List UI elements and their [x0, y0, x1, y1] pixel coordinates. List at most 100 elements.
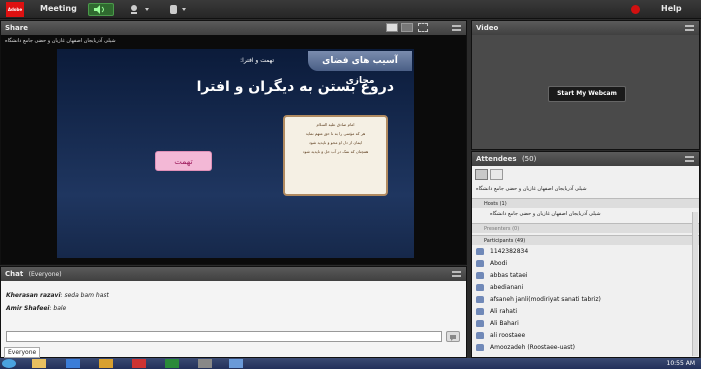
user-icon [476, 284, 484, 291]
participant-name: ali roostaee [490, 332, 526, 339]
fullscreen-icon[interactable] [418, 23, 428, 32]
participant-name: Abodi [490, 260, 508, 267]
tab-everyone[interactable]: Everyone [4, 347, 41, 358]
start-button[interactable] [2, 359, 16, 368]
taskbar-app-icon[interactable] [198, 359, 212, 368]
poem-card: امام صادق علیه السلام هر که مؤمنی را به … [283, 115, 388, 196]
slide-button-label: تهمت [174, 157, 193, 166]
presenters-section-header[interactable]: Presenters (0) [472, 223, 699, 233]
taskbar-app-icon[interactable] [132, 359, 146, 368]
user-icon [476, 272, 484, 279]
share-pod-menu-icon[interactable] [452, 25, 461, 31]
user-icon [476, 308, 484, 315]
top-bar: Adobe Meeting Help [0, 0, 701, 19]
layout-icon[interactable] [386, 23, 398, 32]
taskbar-clock: 10:55 AM [666, 360, 695, 367]
slide-headline: دروغ بستن به دیگران و افترا [196, 79, 394, 95]
speaker-button[interactable] [88, 3, 114, 16]
meeting-menu[interactable]: Meeting [40, 4, 77, 13]
poem-line-3: ایمان از دل او محو و ناپدید شود [308, 140, 363, 145]
attendees-pod-title: Attendees [476, 155, 517, 163]
participant-row[interactable]: abbas tataei [476, 272, 688, 284]
chat-pod-header: Chat (Everyone) [1, 267, 466, 281]
participant-row[interactable]: Amoozadeh (Roostaee-uast) [476, 344, 688, 356]
adobe-logo: Adobe [6, 2, 24, 17]
layout-alt-icon[interactable] [401, 23, 413, 32]
user-icon [476, 296, 484, 303]
chat-scope: (Everyone) [28, 271, 62, 278]
participant-row[interactable]: Ali Bahari [476, 320, 688, 332]
participant-row[interactable]: ali roostaee [476, 332, 688, 344]
hosts-section-header[interactable]: Hosts (1) [472, 198, 699, 208]
help-menu[interactable]: Help [661, 4, 682, 13]
chat-message: Amir Shafeei: bale [6, 305, 67, 312]
speaker-icon [94, 5, 104, 14]
microphone-button[interactable] [125, 3, 153, 16]
raise-hand-button[interactable] [165, 3, 191, 16]
raise-hand-icon [170, 5, 186, 14]
send-icon [450, 335, 456, 341]
poem-line-2: هر که مؤمنی را به نا حق متهم نماید [305, 131, 366, 136]
participant-row[interactable]: Abodi [476, 260, 688, 272]
taskbar-app-icon[interactable] [229, 359, 243, 368]
slide-banner: آسیب های فضای مجازی [308, 51, 412, 86]
participant-name: Ali rahati [490, 308, 517, 315]
host-name: شیلی آذربایجان اصفهان غازیان و حضی جامع … [490, 211, 601, 217]
participant-name: Amoozadeh (Roostaee-uast) [490, 344, 575, 351]
participant-row[interactable]: afsaneh janli(modiriyat sanati tabriz) [476, 296, 688, 308]
taskbar-app-icon[interactable] [66, 359, 80, 368]
slide-pink-button[interactable]: تهمت [155, 151, 212, 171]
user-icon [476, 320, 484, 327]
video-pod-title: Video [476, 24, 499, 32]
participants-section-header[interactable]: Participants (49) [472, 235, 699, 245]
taskbar-app-icon[interactable] [99, 359, 113, 368]
video-pod-header: Video [472, 21, 699, 35]
chat-message: Kherasan razavi: seda bam hast [6, 292, 109, 299]
attendees-count: (50) [521, 155, 537, 163]
slide-subtitle: تهمت و افترا: [240, 57, 274, 64]
poem-line-4: همچنان که نمک در آب حل و ناپدید شود [302, 149, 369, 154]
start-webcam-button[interactable]: Start My Webcam [548, 86, 626, 102]
chat-pod-menu-icon[interactable] [452, 271, 461, 277]
user-icon [476, 260, 484, 267]
participant-name: Ali Bahari [490, 320, 519, 327]
user-icon [476, 248, 484, 255]
slide-content: آسیب های فضای مجازی تهمت و افترا: دروغ ب… [57, 49, 414, 258]
presenter-line: شیلی آذربایجان اصفهان غازیان و حضی جامع … [5, 38, 116, 44]
video-pod: Video Start My Webcam [471, 20, 700, 150]
chat-pod-title: Chat [5, 270, 24, 278]
attendees-scrollbar[interactable] [692, 212, 698, 356]
list-view-icon[interactable] [475, 169, 488, 180]
attendees-pod-header: Attendees (50) [472, 152, 699, 166]
poem-line-1: امام صادق علیه السلام [316, 122, 355, 127]
user-icon [476, 344, 484, 351]
share-pod-header: Share [1, 21, 466, 35]
send-button[interactable] [446, 331, 460, 342]
chat-sender: Amir Shafeei [6, 305, 50, 312]
participant-name: 1142382834 [490, 248, 529, 255]
chat-pod: Chat (Everyone) Kherasan razavi: seda ba… [0, 266, 467, 358]
record-indicator-icon[interactable] [631, 5, 640, 14]
participant-name: abbas tataei [490, 272, 528, 279]
attendees-pod-menu-icon[interactable] [685, 156, 694, 162]
chat-input[interactable] [6, 331, 442, 342]
participant-row[interactable]: abedianani [476, 284, 688, 296]
share-pod: Share شیلی آذربایجان اصفهان غازیان و حضی… [0, 20, 467, 265]
share-pod-title: Share [5, 24, 28, 32]
user-icon [476, 332, 484, 339]
chat-sender: Kherasan razavi [6, 292, 61, 299]
participant-row[interactable]: 1142382834 [476, 248, 688, 260]
taskbar-app-icon[interactable] [165, 359, 179, 368]
chat-text: seda bam hast [64, 292, 109, 299]
chat-text: bale [53, 305, 67, 312]
self-line: شیلی آذربایجان اصفهان غازیان و حضی جامع … [476, 186, 587, 192]
os-taskbar: 10:55 AM [0, 358, 701, 369]
microphone-icon [131, 5, 149, 14]
participant-row[interactable]: Ali rahati [476, 308, 688, 320]
taskbar-app-icon[interactable] [32, 359, 46, 368]
participant-name: abedianani [490, 284, 524, 291]
video-pod-menu-icon[interactable] [685, 25, 694, 31]
participant-name: afsaneh janli(modiriyat sanati tabriz) [490, 296, 601, 303]
sort-view-icon[interactable] [490, 169, 503, 180]
attendees-pod: Attendees (50) شیلی آذربایجان اصفهان غاز… [471, 151, 700, 358]
